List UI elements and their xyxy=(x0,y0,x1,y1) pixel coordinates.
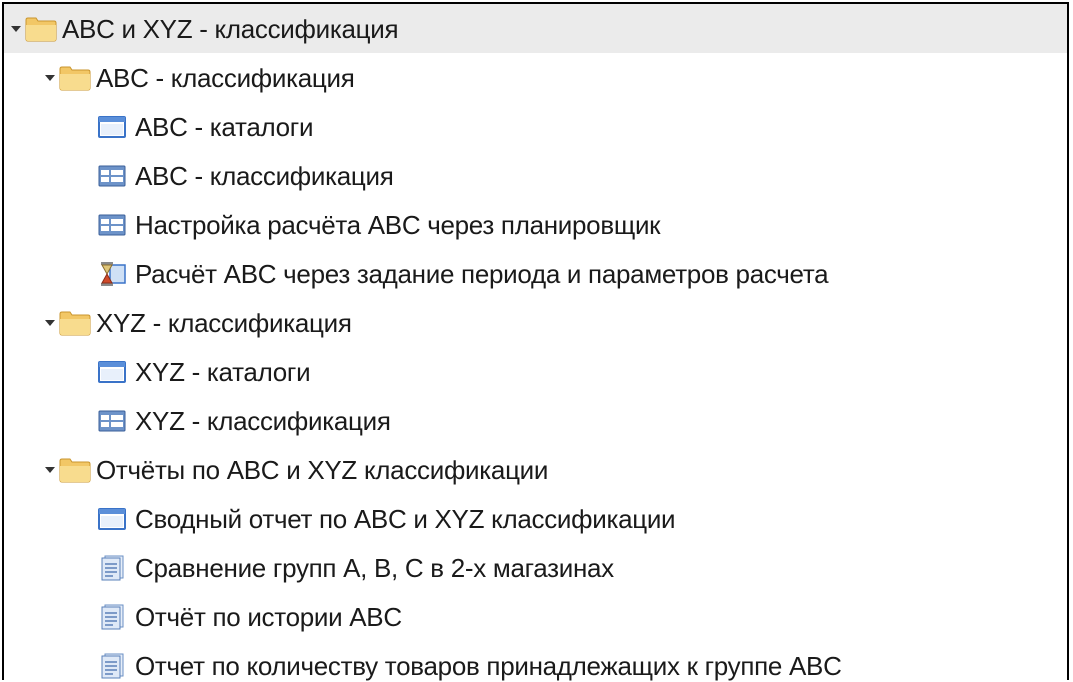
window-icon xyxy=(98,112,131,142)
folder-icon xyxy=(59,455,92,485)
report-icon xyxy=(98,553,131,583)
tree-leaf-label: XYZ - классификация xyxy=(135,405,391,436)
tree-node-label: XYZ - классификация xyxy=(96,307,352,338)
tree-node-label: ABC и XYZ - классификация xyxy=(62,13,399,44)
navigation-tree: ABC и XYZ - классификация ABC - классифи… xyxy=(2,2,1069,682)
tree-leaf-label: ABC - каталоги xyxy=(135,111,314,142)
tree-leaf-xyz-classification[interactable]: XYZ - классификация xyxy=(4,396,1067,445)
tree-leaf-abc-history-report[interactable]: Отчёт по истории ABC xyxy=(4,592,1067,641)
tree-leaf-label: ABC - классификация xyxy=(135,160,394,191)
tree-leaf-label: XYZ - каталоги xyxy=(135,356,311,387)
tree-leaf-label: Отчет по количеству товаров принадлежащи… xyxy=(135,650,842,681)
hourglass-icon xyxy=(98,259,131,289)
tree-leaf-label: Сводный отчет по ABC и XYZ классификации xyxy=(135,503,676,534)
tree-node-root[interactable]: ABC и XYZ - классификация xyxy=(4,4,1067,53)
tree-node-label: Отчёты по ABC и XYZ классификации xyxy=(96,454,549,485)
tree-leaf-summary-report[interactable]: Сводный отчет по ABC и XYZ классификации xyxy=(4,494,1067,543)
folder-icon xyxy=(25,14,58,44)
tree-leaf-abc-period-calc[interactable]: Расчёт ABC через задание периода и парам… xyxy=(4,249,1067,298)
tree-node-group-reports[interactable]: Отчёты по ABC и XYZ классификации xyxy=(4,445,1067,494)
report-icon xyxy=(98,602,131,632)
tree-node-group-xyz[interactable]: XYZ - классификация xyxy=(4,298,1067,347)
tree-node-group-abc[interactable]: ABC - классификация xyxy=(4,53,1067,102)
tree-leaf-label: Отчёт по истории ABC xyxy=(135,601,402,632)
tree-leaf-abc-classification[interactable]: ABC - классификация xyxy=(4,151,1067,200)
tree-leaf-compare-groups-report[interactable]: Сравнение групп A, B, C в 2-х магазинах xyxy=(4,543,1067,592)
report-icon xyxy=(98,651,131,681)
expand-arrow-icon[interactable] xyxy=(42,63,58,93)
tree-leaf-goods-count-report[interactable]: Отчет по количеству товаров принадлежащи… xyxy=(4,641,1067,682)
tree-leaf-label: Расчёт ABC через задание периода и парам… xyxy=(135,258,829,289)
window-icon xyxy=(98,504,131,534)
form-icon xyxy=(98,406,131,436)
expand-arrow-icon[interactable] xyxy=(42,308,58,338)
tree-leaf-abc-scheduler-setup[interactable]: Настройка расчёта ABC через планировщик xyxy=(4,200,1067,249)
folder-icon xyxy=(59,63,92,93)
folder-icon xyxy=(59,308,92,338)
form-icon xyxy=(98,210,131,240)
window-icon xyxy=(98,357,131,387)
tree-leaf-label: Настройка расчёта ABC через планировщик xyxy=(135,209,661,240)
form-icon xyxy=(98,161,131,191)
tree-leaf-xyz-catalogs[interactable]: XYZ - каталоги xyxy=(4,347,1067,396)
tree-node-label: ABC - классификация xyxy=(96,62,355,93)
tree-leaf-abc-catalogs[interactable]: ABC - каталоги xyxy=(4,102,1067,151)
expand-arrow-icon[interactable] xyxy=(42,455,58,485)
tree-leaf-label: Сравнение групп A, B, C в 2-х магазинах xyxy=(135,552,614,583)
expand-arrow-icon[interactable] xyxy=(8,14,24,44)
